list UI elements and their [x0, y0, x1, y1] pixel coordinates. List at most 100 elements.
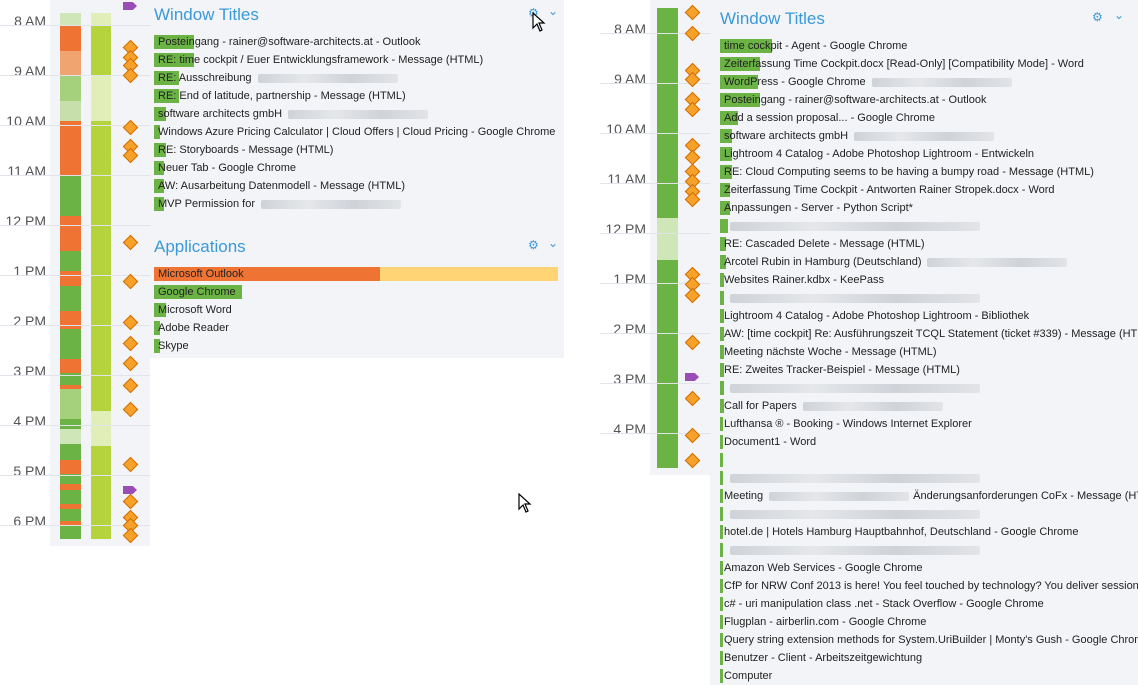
time-label: 2 PM: [613, 321, 646, 337]
window-title-row[interactable]: AW: [time cockpit] Re: Ausführungszeit T…: [720, 326, 1138, 342]
window-title-row[interactable]: RE: Cascaded Delete - Message (HTML): [720, 236, 925, 252]
window-title-text: WordPress - Google Chrome: [724, 76, 866, 88]
window-title-row[interactable]: Anpassungen - Server - Python Script*: [720, 200, 913, 216]
window-title-row[interactable]: Arcotel Rubin in Hamburg (Deutschland): [720, 254, 1068, 270]
window-title-text: [720, 472, 724, 484]
activity-segment: [657, 260, 678, 468]
window-title-row[interactable]: WordPress - Google Chrome: [720, 74, 1012, 90]
window-title-text: AW: [time cockpit] Re: Ausführungszeit T…: [724, 328, 1138, 340]
window-title-row[interactable]: RE: Zweites Tracker-Beispiel - Message (…: [720, 362, 960, 378]
gear-icon[interactable]: ⚙: [528, 238, 539, 252]
activity-segment: [91, 121, 111, 411]
window-title-row[interactable]: Query string extension methods for Syste…: [720, 632, 1138, 648]
window-title-row[interactable]: Neuer Tab - Google Chrome: [154, 160, 296, 176]
activity-segment: [60, 286, 81, 311]
chevron-down-icon[interactable]: ⌄: [548, 236, 558, 250]
left-activity-strip[interactable]: [60, 13, 81, 539]
window-title-row[interactable]: MVP Permission for: [154, 196, 401, 212]
window-title-row[interactable]: Lightroom 4 Catalog - Adobe Photoshop Li…: [720, 308, 1029, 324]
window-title-text: hotel.de | Hotels Hamburg Hauptbahnhof, …: [724, 526, 1079, 538]
window-title-text: RE: Cloud Computing seems to be having a…: [724, 166, 1094, 178]
activity-segment: [60, 26, 81, 41]
window-title-row[interactable]: RE: End of latitude, partnership - Messa…: [154, 88, 406, 104]
window-title-row[interactable]: Posteingang - rainer@software-architects…: [154, 34, 420, 50]
window-title-row[interactable]: [720, 506, 980, 522]
window-title-row[interactable]: Lufthansa ® - Booking - Windows Internet…: [720, 416, 972, 432]
window-title-row[interactable]: hotel.de | Hotels Hamburg Hauptbahnhof, …: [720, 524, 1078, 540]
activity-segment: [60, 359, 81, 373]
window-title-row[interactable]: [720, 542, 980, 558]
window-title-row[interactable]: Call for Papers: [720, 398, 943, 414]
gear-icon[interactable]: ⚙: [1092, 10, 1103, 24]
window-title-row[interactable]: [720, 218, 980, 234]
window-title-row[interactable]: RE: Storyboards - Message (HTML): [154, 142, 333, 158]
window-title-row[interactable]: Zeiterfassung Time Cockpit - Antworten R…: [720, 182, 1055, 198]
window-title-row[interactable]: Lightroom 4 Catalog - Adobe Photoshop Li…: [720, 146, 1034, 162]
usage-bar-remainder: [380, 267, 558, 281]
window-title-row[interactable]: software architects gmbH: [720, 128, 995, 144]
time-label: 12 PM: [5, 213, 46, 229]
window-title-row[interactable]: software architects gmbH: [154, 106, 429, 122]
window-title-row[interactable]: RE: Ausschreibung: [154, 70, 398, 86]
window-title-row[interactable]: Zeiterfassung Time Cockpit.docx [Read-On…: [720, 56, 1084, 72]
application-row[interactable]: Google Chrome: [154, 284, 558, 300]
application-row[interactable]: Microsoft Outlook: [154, 266, 558, 282]
window-title-row[interactable]: time cockpit - Agent - Google Chrome: [720, 38, 907, 54]
window-title-row[interactable]: [720, 290, 980, 306]
hour-gridline: [0, 175, 150, 176]
left-application-strip[interactable]: [91, 13, 111, 539]
window-title-row[interactable]: Computer: [720, 668, 772, 684]
hour-gridline: [600, 133, 710, 134]
redacted-text: [288, 109, 429, 119]
window-title-text: Posteingang - rainer@software-architects…: [724, 94, 987, 106]
right-activity-strip[interactable]: [657, 8, 678, 468]
window-title-text: Benutzer - Client - Arbeitszeitgewichtun…: [724, 652, 923, 664]
window-title-text: Lightroom 4 Catalog - Adobe Photoshop Li…: [724, 148, 1035, 160]
window-title-row[interactable]: Websites Rainer.kdbx - KeePass: [720, 272, 884, 288]
activity-segment: [91, 411, 111, 446]
window-title-row[interactable]: Amazon Web Services - Google Chrome: [720, 560, 923, 576]
window-title-row[interactable]: Meeting Änderungsanforderungen CoFx - Mes…: [720, 488, 1138, 504]
redacted-text: [730, 383, 980, 393]
activity-segment: [60, 271, 81, 286]
window-title-text: RE: End of latitude, partnership - Messa…: [158, 90, 406, 102]
activity-segment: [60, 216, 81, 251]
hour-gridline: [0, 425, 150, 426]
hour-gridline: [0, 375, 150, 376]
window-title-row[interactable]: Document1 - Word: [720, 434, 816, 450]
window-title-row[interactable]: c# - uri manipulation class .net - Stack…: [720, 596, 1044, 612]
window-title-row[interactable]: [720, 470, 980, 486]
window-title-row[interactable]: Windows Azure Pricing Calculator | Cloud…: [154, 124, 555, 140]
redacted-text: [871, 77, 1012, 87]
time-label: 5 PM: [13, 463, 46, 479]
time-label: 1 PM: [613, 271, 646, 287]
window-title-row[interactable]: Flugplan - airberlin.com - Google Chrome: [720, 614, 926, 630]
activity-segment: [657, 218, 678, 260]
activity-segment: [60, 460, 81, 474]
redacted-text: [257, 73, 398, 83]
window-title-text: RE: Cascaded Delete - Message (HTML): [724, 238, 925, 250]
window-title-row[interactable]: [720, 452, 724, 468]
window-title-row[interactable]: CfP for NRW Conf 2013 is here! You feel …: [720, 578, 1138, 594]
window-title-row[interactable]: RE: time cockpit / Euer Entwicklungsfram…: [154, 52, 483, 68]
time-label: 11 AM: [7, 163, 46, 179]
chevron-down-icon[interactable]: ⌄: [1114, 8, 1124, 22]
applications-heading: Applications: [154, 237, 246, 256]
window-title-row[interactable]: Benutzer - Client - Arbeitszeitgewichtun…: [720, 650, 922, 666]
application-row[interactable]: Microsoft Word: [154, 302, 558, 318]
window-title-text: [720, 220, 724, 232]
window-title-row[interactable]: Posteingang - rainer@software-architects…: [720, 92, 986, 108]
time-label: 1 PM: [13, 263, 46, 279]
window-title-row[interactable]: [720, 380, 980, 396]
window-title-row[interactable]: RE: Cloud Computing seems to be having a…: [720, 164, 1094, 180]
redacted-text: [854, 131, 995, 141]
window-title-suffix: Änderungsanforderungen CoFx - Message (H…: [913, 490, 1138, 502]
application-row[interactable]: Adobe Reader: [154, 320, 558, 336]
window-title-row[interactable]: Meeting nächste Woche - Message (HTML): [720, 344, 937, 360]
activity-segment: [60, 490, 81, 504]
chevron-down-icon[interactable]: ⌄: [548, 4, 558, 18]
window-title-text: AW: Ausarbeitung Datenmodell - Message (…: [158, 180, 405, 192]
application-row[interactable]: Skype: [154, 338, 558, 354]
window-title-row[interactable]: AW: Ausarbeitung Datenmodell - Message (…: [154, 178, 405, 194]
window-title-row[interactable]: Add a session proposal... - Google Chrom…: [720, 110, 935, 126]
